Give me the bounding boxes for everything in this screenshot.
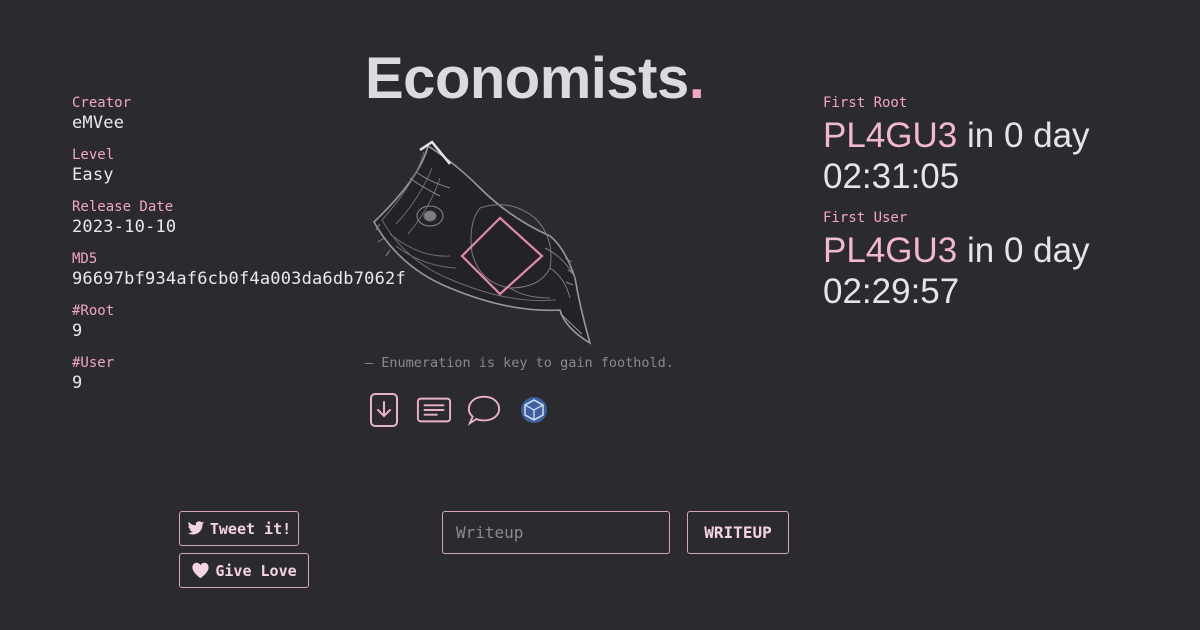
hint-quote: — Enumeration is key to gain foothold. (365, 355, 674, 371)
heart-icon (192, 562, 209, 579)
machine-banknote-image (360, 138, 600, 353)
first-user-user[interactable]: PL4GU3 (823, 231, 957, 270)
first-user-label: First User (823, 210, 908, 226)
tweet-label: Tweet it! (209, 519, 292, 538)
title-dot: . (688, 46, 705, 111)
twitter-bird-icon (187, 521, 205, 535)
comment-bubble-icon[interactable] (466, 392, 502, 428)
user-count-label: #User (72, 355, 115, 371)
creator-value: eMVee (72, 113, 125, 133)
first-root-label: First Root (823, 95, 908, 111)
give-love-button[interactable]: Give Love (179, 553, 309, 588)
level-value: Easy (72, 165, 114, 185)
release-date-label: Release Date (72, 199, 174, 215)
first-user-value: PL4GU3 in 0 day 02:29:57 (823, 230, 1090, 312)
first-bloods-panel: First Root PL4GU3 in 0 day 02:31:05 Firs… (823, 94, 1090, 324)
first-user-time: 02:29:57 (823, 272, 960, 311)
creator-label: Creator (72, 95, 132, 111)
md5-value: 96697bf934af6cb0f4a003da6db7062f (72, 269, 406, 289)
user-count-value: 9 (72, 373, 83, 393)
writeup-button[interactable]: WRITEUP (687, 511, 789, 554)
md5-label: MD5 (72, 251, 98, 267)
root-count-value: 9 (72, 321, 83, 341)
machine-actions (366, 392, 552, 428)
give-love-label: Give Love (215, 561, 297, 580)
page-title: Economists. (365, 44, 705, 114)
level-label: Level (72, 147, 115, 163)
root-count-label: #Root (72, 303, 115, 319)
first-root-time: 02:31:05 (823, 157, 960, 196)
first-root-value: PL4GU3 in 0 day 02:31:05 (823, 115, 1090, 197)
document-lines-icon[interactable] (416, 392, 452, 428)
tweet-button[interactable]: Tweet it! (179, 511, 299, 546)
first-root-user[interactable]: PL4GU3 (823, 116, 957, 155)
machine-info-panel: Creator eMVee Level Easy Release Date 20… (72, 94, 406, 406)
first-user-suffix: in 0 day (957, 231, 1090, 270)
download-icon[interactable] (366, 392, 402, 428)
title-text: Economists (365, 46, 689, 111)
first-root-suffix: in 0 day (957, 116, 1090, 155)
writeup-input[interactable] (442, 511, 670, 554)
release-date-value: 2023-10-10 (72, 217, 177, 237)
cube-logo-icon[interactable] (516, 392, 552, 428)
writeup-button-label: WRITEUP (704, 523, 772, 542)
